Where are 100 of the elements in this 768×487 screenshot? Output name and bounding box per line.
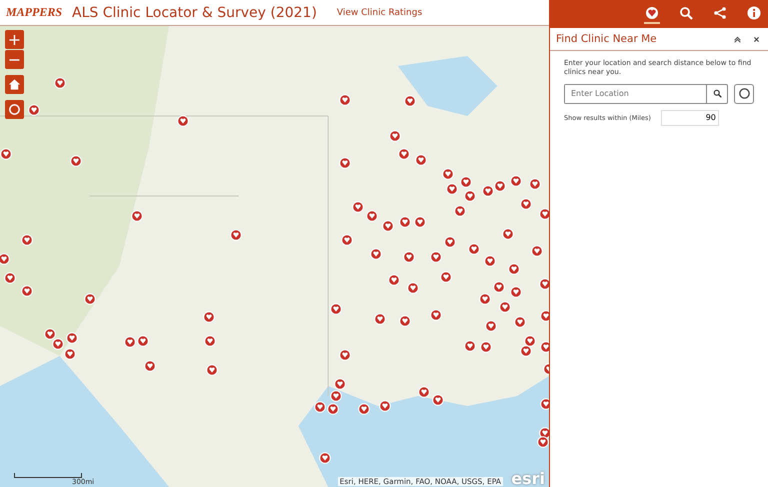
app-title: ALS Clinic Locator & Survey (2021) — [72, 4, 317, 20]
clinic-marker-icon[interactable] — [334, 378, 346, 390]
clinic-marker-icon[interactable] — [430, 251, 442, 263]
clinic-marker-icon[interactable] — [382, 220, 394, 232]
clinic-marker-icon[interactable] — [388, 274, 400, 286]
clinic-marker-icon[interactable] — [66, 332, 78, 344]
location-field[interactable]: Enter Location — [564, 84, 728, 104]
clinic-marker-icon[interactable] — [339, 157, 351, 169]
clinic-marker-icon[interactable] — [446, 183, 458, 195]
clinic-marker-icon[interactable] — [230, 229, 242, 241]
clinic-marker-icon[interactable] — [4, 272, 16, 284]
clinic-marker-icon[interactable] — [177, 115, 189, 127]
clinic-marker-icon[interactable] — [389, 130, 401, 142]
clinic-marker-icon[interactable] — [44, 328, 56, 340]
clinic-marker-icon[interactable] — [0, 148, 12, 160]
clinic-marker-icon[interactable] — [482, 185, 494, 197]
clinic-marker-icon[interactable] — [374, 313, 386, 325]
clinic-marker-icon[interactable] — [430, 309, 442, 321]
clinic-marker-icon[interactable] — [493, 281, 505, 293]
home-button[interactable] — [5, 75, 24, 94]
clinic-marker-icon[interactable] — [28, 104, 40, 116]
clinic-marker-icon[interactable] — [464, 340, 476, 352]
clinic-marker-icon[interactable] — [499, 301, 511, 313]
clinic-marker-icon[interactable] — [540, 341, 549, 353]
clinic-marker-icon[interactable] — [485, 320, 497, 332]
clinic-marker-icon[interactable] — [330, 390, 342, 402]
clinic-marker-icon[interactable] — [502, 228, 514, 240]
clinic-marker-icon[interactable] — [124, 336, 136, 348]
clinic-marker-icon[interactable] — [514, 316, 526, 328]
clinic-marker-icon[interactable] — [398, 148, 410, 160]
clinic-marker-icon[interactable] — [508, 263, 520, 275]
clinic-marker-icon[interactable] — [84, 293, 96, 305]
view-ratings-link[interactable]: View Clinic Ratings — [336, 8, 422, 18]
clinic-marker-icon[interactable] — [21, 285, 33, 297]
clinic-marker-icon[interactable] — [407, 282, 419, 294]
collapse-icon[interactable] — [734, 36, 741, 42]
clinic-marker-icon[interactable] — [494, 180, 506, 192]
clinic-marker-icon[interactable] — [21, 234, 33, 246]
clinic-marker-icon[interactable] — [403, 251, 415, 263]
zoom-in-button[interactable]: + — [5, 30, 24, 49]
clinic-marker-icon[interactable] — [206, 364, 218, 376]
clinic-marker-icon[interactable] — [352, 201, 364, 213]
clinic-marker-icon[interactable] — [468, 243, 480, 255]
zoom-out-button[interactable]: − — [5, 50, 24, 69]
clinic-marker-icon[interactable] — [510, 286, 522, 298]
clinic-marker-icon[interactable] — [537, 436, 549, 448]
clinic-marker-icon[interactable] — [379, 400, 391, 412]
locate-button[interactable] — [734, 84, 754, 104]
clinic-marker-icon[interactable] — [520, 345, 532, 357]
clinic-marker-icon[interactable] — [460, 176, 472, 188]
clinic-marker-icon[interactable] — [540, 310, 549, 322]
clinic-marker-icon[interactable] — [203, 311, 215, 323]
clinic-marker-icon[interactable] — [432, 394, 444, 406]
clinic-marker-icon[interactable] — [531, 245, 543, 257]
clinic-marker-icon[interactable] — [339, 349, 351, 361]
clinic-marker-icon[interactable] — [529, 178, 541, 190]
clinic-marker-icon[interactable] — [415, 154, 427, 166]
clinic-marker-icon[interactable] — [404, 95, 416, 107]
clinic-marker-icon[interactable] — [54, 77, 66, 89]
clinic-marker-icon[interactable] — [454, 205, 466, 217]
clinic-marker-icon[interactable] — [539, 278, 549, 290]
clinic-marker-icon[interactable] — [339, 94, 351, 106]
clinic-marker-icon[interactable] — [204, 335, 216, 347]
close-icon[interactable] — [753, 36, 760, 42]
distance-field[interactable]: 90 — [660, 110, 719, 126]
clinic-marker-icon[interactable] — [0, 253, 10, 265]
clinic-marker-icon[interactable] — [314, 401, 326, 413]
clinic-marker-icon[interactable] — [327, 403, 339, 415]
clinic-marker-icon[interactable] — [440, 271, 452, 283]
clinic-marker-icon[interactable] — [442, 168, 454, 180]
clinic-marker-icon[interactable] — [510, 175, 522, 187]
clinic-marker-icon[interactable] — [366, 210, 378, 222]
clinic-marker-icon[interactable] — [70, 155, 82, 167]
clinic-marker-icon[interactable] — [64, 348, 76, 360]
clinic-marker-icon[interactable] — [464, 190, 476, 202]
clinic-marker-icon[interactable] — [52, 338, 64, 350]
clinic-marker-icon[interactable] — [484, 255, 496, 267]
clinic-marker-icon[interactable] — [524, 335, 536, 347]
clinic-marker-icon[interactable] — [370, 248, 382, 260]
clinic-marker-icon[interactable] — [520, 198, 532, 210]
clinic-tool-button[interactable] — [644, 4, 660, 24]
clinic-marker-icon[interactable] — [539, 208, 549, 220]
clinic-marker-icon[interactable] — [330, 303, 342, 315]
search-icon — [679, 6, 693, 20]
clinic-marker-icon[interactable] — [399, 315, 411, 327]
clinic-marker-icon[interactable] — [399, 216, 411, 228]
clinic-marker-icon[interactable] — [131, 210, 143, 222]
clinic-marker-icon[interactable] — [480, 341, 492, 353]
locate-icon — [738, 87, 750, 100]
clinic-marker-icon[interactable] — [444, 236, 456, 248]
clinic-marker-icon[interactable] — [341, 234, 353, 246]
clinic-marker-icon[interactable] — [319, 452, 331, 464]
clinic-marker-icon[interactable] — [540, 398, 549, 410]
clinic-marker-icon[interactable] — [144, 360, 156, 372]
clinic-marker-icon[interactable] — [358, 403, 370, 415]
clinic-marker-icon[interactable] — [418, 386, 430, 398]
clinic-marker-icon[interactable] — [479, 293, 491, 305]
locate-button[interactable] — [5, 100, 24, 119]
clinic-marker-icon[interactable] — [137, 335, 149, 347]
clinic-marker-icon[interactable] — [414, 216, 426, 228]
